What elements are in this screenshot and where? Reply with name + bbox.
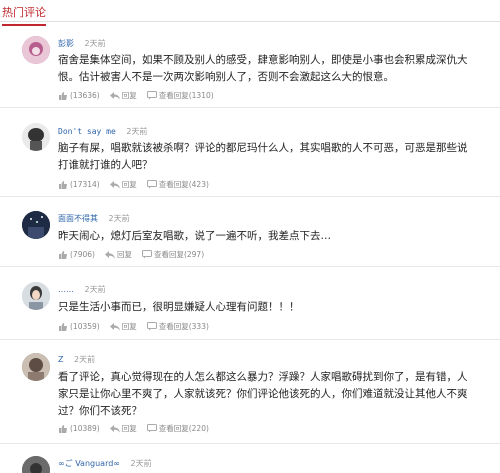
avatar[interactable] — [22, 211, 50, 239]
like-count: (10389) — [70, 424, 100, 433]
reply-count: (333) — [188, 322, 209, 331]
reply-button[interactable]: 回复 — [109, 321, 137, 332]
comment-bubble-icon — [146, 91, 157, 100]
thumbs-up-icon — [59, 92, 67, 100]
reply-label: 回复 — [121, 322, 137, 331]
comment-username[interactable]: …… — [58, 285, 74, 294]
like-button[interactable]: (7906) — [58, 250, 95, 259]
comment-item: ∞ご Vanguard∞ 2天前 — [0, 444, 500, 473]
comment-text: 看了评论，真心觉得现在的人怎么都这么暴力？浮躁？人家唱歌碍扰到你了，是有错，人家… — [58, 371, 468, 417]
view-replies-label: 查看回复 — [153, 250, 184, 259]
like-button[interactable]: (10359) — [58, 322, 100, 331]
like-count: (7906) — [70, 250, 95, 259]
comment-item: 面面不得其 2天前 昨天闹心，熄灯后室友唱歌，说了一遍不听，我差点下去… (79… — [0, 197, 500, 267]
like-count: (13636) — [70, 91, 100, 100]
view-replies-label: 查看回复 — [158, 322, 189, 331]
comment-text: 脑子有屎，唱歌就该被杀啊？评论的都尼玛什么人，其实唱歌的人不可恶，可恶是那些说打… — [58, 142, 468, 171]
comment-bubble-icon — [141, 250, 152, 259]
comment-username[interactable]: Z — [58, 355, 63, 364]
comment-item: Don't say me 2天前 脑子有屎，唱歌就该被杀啊？评论的都尼玛什么人，… — [0, 108, 500, 197]
reply-icon — [109, 181, 120, 189]
comment-item: …… 2天前 只是生活小事而已，很明显嫌疑人心理有问题！！！ (10359) 回… — [0, 267, 500, 340]
section-header: 热门评论 — [0, 0, 500, 26]
comment-text: 只是生活小事而已，很明显嫌疑人心理有问题！！！ — [58, 301, 300, 313]
comment-time: 2天前 — [130, 459, 152, 468]
view-replies-label: 查看回复 — [158, 180, 189, 189]
view-replies-label: 查看回复 — [158, 424, 189, 433]
like-count: (17314) — [70, 180, 100, 189]
view-replies-button[interactable]: 查看回复 (297) — [141, 249, 205, 260]
thumbs-up-icon — [59, 323, 67, 331]
view-replies-button[interactable]: 查看回复 (220) — [146, 423, 209, 434]
reply-icon — [109, 425, 120, 433]
avatar[interactable] — [22, 353, 50, 381]
comment-time: 2天前 — [126, 127, 148, 136]
thumbs-up-icon — [59, 425, 67, 433]
avatar[interactable] — [22, 282, 50, 310]
view-replies-button[interactable]: 查看回复 (1310) — [146, 90, 214, 101]
reply-label: 回复 — [121, 91, 137, 100]
comment-item: 彭影 2天前 宿舍是集体空间，如果不顾及别人的感受，肆意影响别人，即使是小事也会… — [0, 22, 500, 108]
reply-icon — [104, 251, 115, 259]
reply-count: (220) — [188, 424, 209, 433]
comment-item: Z 2天前 看了评论，真心觉得现在的人怎么都这么暴力？浮躁？人家唱歌碍扰到你了，… — [0, 340, 500, 444]
like-button[interactable]: (10389) — [58, 424, 100, 433]
comment-bubble-icon — [146, 424, 157, 433]
reply-label: 回复 — [121, 180, 137, 189]
reply-button[interactable]: 回复 — [109, 179, 137, 190]
like-button[interactable]: (17314) — [58, 180, 100, 189]
comment-username[interactable]: 面面不得其 — [58, 214, 98, 223]
reply-count: (297) — [183, 250, 205, 259]
comment-text: 昨天闹心，熄灯后室友唱歌，说了一遍不听，我差点下去… — [58, 230, 331, 242]
avatar[interactable] — [22, 36, 50, 64]
thumbs-up-icon — [59, 181, 67, 189]
avatar[interactable] — [22, 456, 50, 473]
comment-time: 2天前 — [84, 39, 106, 48]
comment-time: 2天前 — [84, 285, 106, 294]
comment-time: 2天前 — [74, 355, 96, 364]
reply-button[interactable]: 回复 — [109, 423, 137, 434]
comment-username[interactable]: 彭影 — [58, 39, 74, 48]
view-replies-button[interactable]: 查看回复 (423) — [146, 179, 209, 190]
like-count: (10359) — [70, 322, 100, 331]
view-replies-button[interactable]: 查看回复 (333) — [146, 321, 209, 332]
comment-username[interactable]: Don't say me — [58, 127, 116, 136]
reply-button[interactable]: 回复 — [109, 90, 137, 101]
avatar[interactable] — [22, 123, 50, 151]
comment-time: 2天前 — [108, 214, 130, 223]
reply-icon — [109, 92, 120, 100]
reply-label: 回复 — [116, 250, 132, 259]
comment-username[interactable]: ∞ご Vanguard∞ — [58, 459, 120, 468]
reply-count: (1310) — [188, 91, 214, 100]
view-replies-label: 查看回复 — [158, 91, 189, 100]
reply-icon — [109, 323, 120, 331]
reply-label: 回复 — [121, 424, 137, 433]
reply-button[interactable]: 回复 — [104, 249, 132, 260]
comment-bubble-icon — [146, 322, 157, 331]
reply-count: (423) — [188, 180, 209, 189]
like-button[interactable]: (13636) — [58, 91, 100, 100]
comment-text: 宿舍是集体空间，如果不顾及别人的感受，肆意影响别人，即使是小事也会积累成深仇大恨… — [58, 54, 468, 83]
thumbs-up-icon — [59, 251, 67, 259]
comment-bubble-icon — [146, 180, 157, 189]
